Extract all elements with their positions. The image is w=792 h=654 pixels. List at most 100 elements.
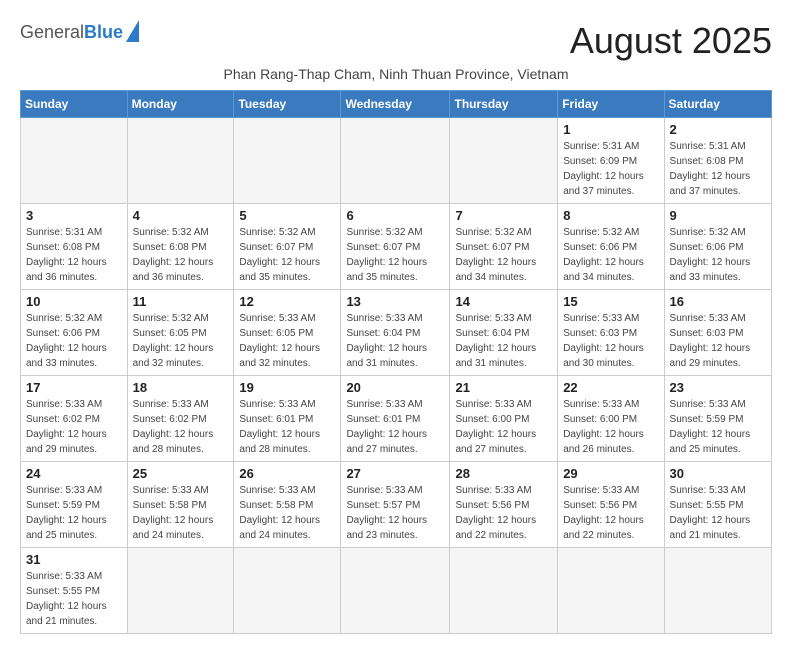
day-number: 29	[563, 466, 658, 481]
table-row	[127, 548, 234, 634]
header-sunday: Sunday	[21, 91, 128, 118]
day-info: Sunrise: 5:32 AM Sunset: 6:07 PM Dayligh…	[239, 225, 335, 285]
day-number: 1	[563, 122, 658, 137]
day-number: 30	[670, 466, 766, 481]
calendar-table: Sunday Monday Tuesday Wednesday Thursday…	[20, 90, 772, 634]
table-row: 15Sunrise: 5:33 AM Sunset: 6:03 PM Dayli…	[558, 290, 664, 376]
table-row	[664, 548, 771, 634]
calendar-header-row: Sunday Monday Tuesday Wednesday Thursday…	[21, 91, 772, 118]
table-row: 27Sunrise: 5:33 AM Sunset: 5:57 PM Dayli…	[341, 462, 450, 548]
day-info: Sunrise: 5:33 AM Sunset: 6:02 PM Dayligh…	[26, 397, 122, 457]
day-number: 18	[133, 380, 229, 395]
day-number: 15	[563, 294, 658, 309]
table-row: 28Sunrise: 5:33 AM Sunset: 5:56 PM Dayli…	[450, 462, 558, 548]
day-number: 14	[455, 294, 552, 309]
day-info: Sunrise: 5:33 AM Sunset: 6:04 PM Dayligh…	[346, 311, 444, 371]
table-row: 4 Sunrise: 5:32 AM Sunset: 6:08 PM Daylig…	[127, 204, 234, 290]
day-info: Sunrise: 5:33 AM Sunset: 6:01 PM Dayligh…	[346, 397, 444, 457]
day-info: Sunrise: 5:32 AM Sunset: 6:06 PM Dayligh…	[563, 225, 658, 285]
table-row: 26 Sunrise: 5:33 AM Sunset: 5:58 PM Dayli…	[234, 462, 341, 548]
header: GeneralBlue August 2025	[20, 20, 772, 62]
day-number: 4	[133, 208, 229, 223]
table-row	[234, 548, 341, 634]
day-info: Sunrise: 5:32 AM Sunset: 6:06 PM Dayligh…	[26, 311, 122, 371]
table-row	[341, 118, 450, 204]
table-row: 23Sunrise: 5:33 AM Sunset: 5:59 PM Dayli…	[664, 376, 771, 462]
day-number: 6	[346, 208, 444, 223]
day-info: Sunrise: 5:31 AM Sunset: 6:09 PM Dayligh…	[563, 139, 658, 199]
day-number: 26	[239, 466, 335, 481]
day-number: 3	[26, 208, 122, 223]
day-info: Sunrise: 5:31 AM Sunset: 6:08 PM Dayligh…	[26, 225, 122, 285]
day-number: 10	[26, 294, 122, 309]
table-row: 16 Sunrise: 5:33 AM Sunset: 6:03 PM Dayli…	[664, 290, 771, 376]
logo: GeneralBlue	[20, 20, 139, 43]
day-info: Sunrise: 5:32 AM Sunset: 6:05 PM Dayligh…	[133, 311, 229, 371]
table-row: 24Sunrise: 5:33 AM Sunset: 5:59 PM Dayli…	[21, 462, 128, 548]
day-info: Sunrise: 5:33 AM Sunset: 6:01 PM Dayligh…	[239, 397, 335, 457]
day-info: Sunrise: 5:33 AM Sunset: 6:04 PM Dayligh…	[455, 311, 552, 371]
table-row: 30 Sunrise: 5:33 AM Sunset: 5:55 PM Dayli…	[664, 462, 771, 548]
day-number: 7	[455, 208, 552, 223]
table-row: 22 Sunrise: 5:33 AM Sunset: 6:00 PM Dayli…	[558, 376, 664, 462]
table-row: 20 Sunrise: 5:33 AM Sunset: 6:01 PM Dayli…	[341, 376, 450, 462]
title-area: August 2025	[570, 20, 772, 62]
table-row	[234, 118, 341, 204]
day-number: 24	[26, 466, 122, 481]
day-number: 31	[26, 552, 122, 567]
day-info: Sunrise: 5:33 AM Sunset: 6:05 PM Dayligh…	[239, 311, 335, 371]
day-info: Sunrise: 5:33 AM Sunset: 6:03 PM Dayligh…	[670, 311, 766, 371]
day-info: Sunrise: 5:33 AM Sunset: 5:58 PM Dayligh…	[239, 483, 335, 543]
day-number: 25	[133, 466, 229, 481]
day-info: Sunrise: 5:33 AM Sunset: 5:55 PM Dayligh…	[26, 569, 122, 629]
day-number: 28	[455, 466, 552, 481]
header-tuesday: Tuesday	[234, 91, 341, 118]
table-row: 7 Sunrise: 5:32 AM Sunset: 6:07 PM Daylig…	[450, 204, 558, 290]
logo-text: GeneralBlue	[20, 23, 123, 43]
day-number: 19	[239, 380, 335, 395]
day-number: 9	[670, 208, 766, 223]
day-info: Sunrise: 5:33 AM Sunset: 5:56 PM Dayligh…	[563, 483, 658, 543]
table-row: 17 Sunrise: 5:33 AM Sunset: 6:02 PM Dayli…	[21, 376, 128, 462]
table-row: 18Sunrise: 5:33 AM Sunset: 6:02 PM Dayli…	[127, 376, 234, 462]
table-row: 13 Sunrise: 5:33 AM Sunset: 6:04 PM Dayli…	[341, 290, 450, 376]
header-friday: Friday	[558, 91, 664, 118]
table-row: 9 Sunrise: 5:32 AM Sunset: 6:06 PM Daylig…	[664, 204, 771, 290]
table-row: 21 Sunrise: 5:33 AM Sunset: 6:00 PM Dayli…	[450, 376, 558, 462]
day-info: Sunrise: 5:32 AM Sunset: 6:07 PM Dayligh…	[346, 225, 444, 285]
day-info: Sunrise: 5:32 AM Sunset: 6:06 PM Dayligh…	[670, 225, 766, 285]
day-number: 17	[26, 380, 122, 395]
day-number: 2	[670, 122, 766, 137]
day-info: Sunrise: 5:33 AM Sunset: 5:58 PM Dayligh…	[133, 483, 229, 543]
day-number: 8	[563, 208, 658, 223]
day-number: 13	[346, 294, 444, 309]
day-info: Sunrise: 5:33 AM Sunset: 6:00 PM Dayligh…	[455, 397, 552, 457]
day-number: 20	[346, 380, 444, 395]
page-container: GeneralBlue August 2025 Phan Rang-Thap C…	[20, 20, 772, 634]
header-thursday: Thursday	[450, 91, 558, 118]
table-row	[558, 548, 664, 634]
day-info: Sunrise: 5:33 AM Sunset: 6:00 PM Dayligh…	[563, 397, 658, 457]
table-row	[341, 548, 450, 634]
day-info: Sunrise: 5:33 AM Sunset: 5:55 PM Dayligh…	[670, 483, 766, 543]
day-number: 5	[239, 208, 335, 223]
day-number: 22	[563, 380, 658, 395]
day-info: Sunrise: 5:31 AM Sunset: 6:08 PM Dayligh…	[670, 139, 766, 199]
day-number: 23	[670, 380, 766, 395]
table-row: 2 Sunrise: 5:31 AM Sunset: 6:08 PM Daylig…	[664, 118, 771, 204]
day-number: 16	[670, 294, 766, 309]
table-row: 1 Sunrise: 5:31 AM Sunset: 6:09 PM Daylig…	[558, 118, 664, 204]
table-row: 5 Sunrise: 5:32 AM Sunset: 6:07 PM Daylig…	[234, 204, 341, 290]
table-row: 12Sunrise: 5:33 AM Sunset: 6:05 PM Dayli…	[234, 290, 341, 376]
table-row: 14 Sunrise: 5:33 AM Sunset: 6:04 PM Dayli…	[450, 290, 558, 376]
day-number: 11	[133, 294, 229, 309]
table-row: 8 Sunrise: 5:32 AM Sunset: 6:06 PM Daylig…	[558, 204, 664, 290]
table-row	[450, 118, 558, 204]
day-number: 21	[455, 380, 552, 395]
table-row: 29 Sunrise: 5:33 AM Sunset: 5:56 PM Dayli…	[558, 462, 664, 548]
header-wednesday: Wednesday	[341, 91, 450, 118]
day-info: Sunrise: 5:32 AM Sunset: 6:07 PM Dayligh…	[455, 225, 552, 285]
day-info: Sunrise: 5:32 AM Sunset: 6:08 PM Dayligh…	[133, 225, 229, 285]
table-row	[450, 548, 558, 634]
table-row: 10 Sunrise: 5:32 AM Sunset: 6:06 PM Dayli…	[21, 290, 128, 376]
